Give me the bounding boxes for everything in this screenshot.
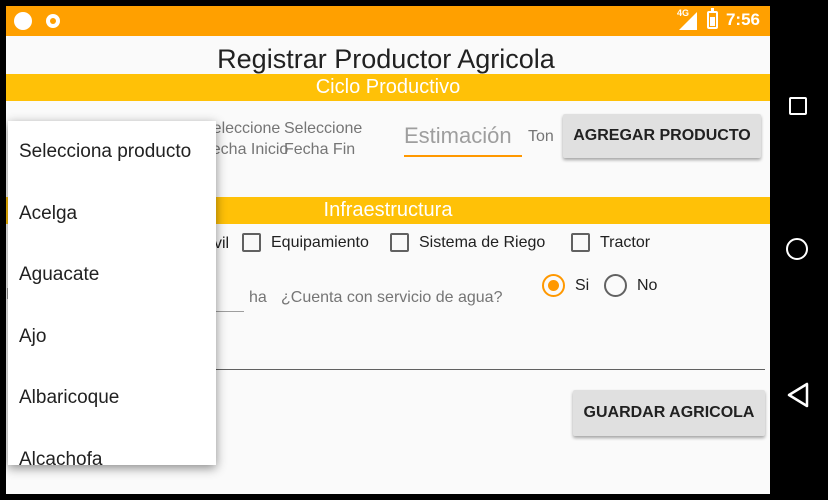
- clock: 7:56: [725, 10, 760, 29]
- checkbox-label-partial: vil: [214, 235, 230, 252]
- dropdown-item[interactable]: Selecciona producto: [8, 121, 216, 183]
- status-bar: 4G 7:56: [6, 6, 770, 36]
- notes-input-underline[interactable]: [202, 369, 765, 370]
- radio-yes[interactable]: Si: [542, 274, 589, 297]
- radio-no[interactable]: No: [604, 274, 657, 297]
- dropdown-item[interactable]: Alcachofa: [8, 429, 216, 466]
- product-dropdown-list[interactable]: Selecciona producto Acelga Aguacate Ajo …: [8, 121, 216, 465]
- app-screen: 4G 7:56 Registrar Productor Agricola Cic…: [6, 6, 770, 494]
- recents-icon[interactable]: [789, 97, 807, 115]
- page-title: Registrar Productor Agricola: [217, 44, 555, 74]
- dropdown-item[interactable]: Albaricoque: [8, 367, 216, 429]
- fecha-fin-picker[interactable]: Seleccione Fecha Fin: [284, 118, 362, 160]
- fecha-fin-line2: Fecha Fin: [284, 141, 356, 158]
- checkbox-tractor[interactable]: Tractor: [571, 233, 650, 252]
- shield-notification-icon: [46, 14, 60, 28]
- checkbox-label: Equipamiento: [271, 233, 369, 251]
- save-button[interactable]: GUARDAR AGRICOLA: [573, 390, 765, 436]
- estimacion-placeholder: Estimación: [404, 123, 512, 148]
- checkbox-sistema-riego[interactable]: Sistema de Riego: [390, 233, 545, 252]
- dropdown-item[interactable]: Acelga: [8, 183, 216, 245]
- estimacion-input[interactable]: Estimación: [404, 123, 522, 157]
- checkbox-equipamiento[interactable]: Equipamiento: [242, 233, 369, 252]
- dropdown-item[interactable]: Ajo: [8, 306, 216, 368]
- fecha-fin-line1: Seleccione: [284, 120, 363, 137]
- home-icon[interactable]: [786, 238, 808, 260]
- water-question: ¿Cuenta con servicio de agua?: [281, 289, 503, 306]
- add-product-button[interactable]: AGREGAR PRODUCTO: [563, 114, 761, 158]
- area-unit: ha: [249, 289, 267, 306]
- estimacion-unit: Ton: [528, 128, 554, 145]
- checkbox-box[interactable]: [242, 233, 261, 252]
- ciclo-header: Ciclo Productivo: [6, 74, 770, 101]
- battery-icon: [706, 8, 718, 29]
- radio-no-label: No: [637, 276, 658, 294]
- checkbox-box[interactable]: [390, 233, 409, 252]
- radio-yes-circle[interactable]: [542, 274, 565, 297]
- chat-notification-icon: [14, 12, 32, 30]
- signal-icon: 4G: [676, 8, 699, 30]
- network-type: 4G: [676, 8, 689, 18]
- checkbox-label: Sistema de Riego: [419, 233, 546, 251]
- checkbox-box[interactable]: [571, 233, 590, 252]
- checkbox-label: Tractor: [600, 233, 651, 251]
- radio-no-circle[interactable]: [604, 274, 627, 297]
- dropdown-item[interactable]: Aguacate: [8, 244, 216, 306]
- back-icon[interactable]: [787, 382, 809, 408]
- radio-yes-label: Si: [575, 276, 590, 294]
